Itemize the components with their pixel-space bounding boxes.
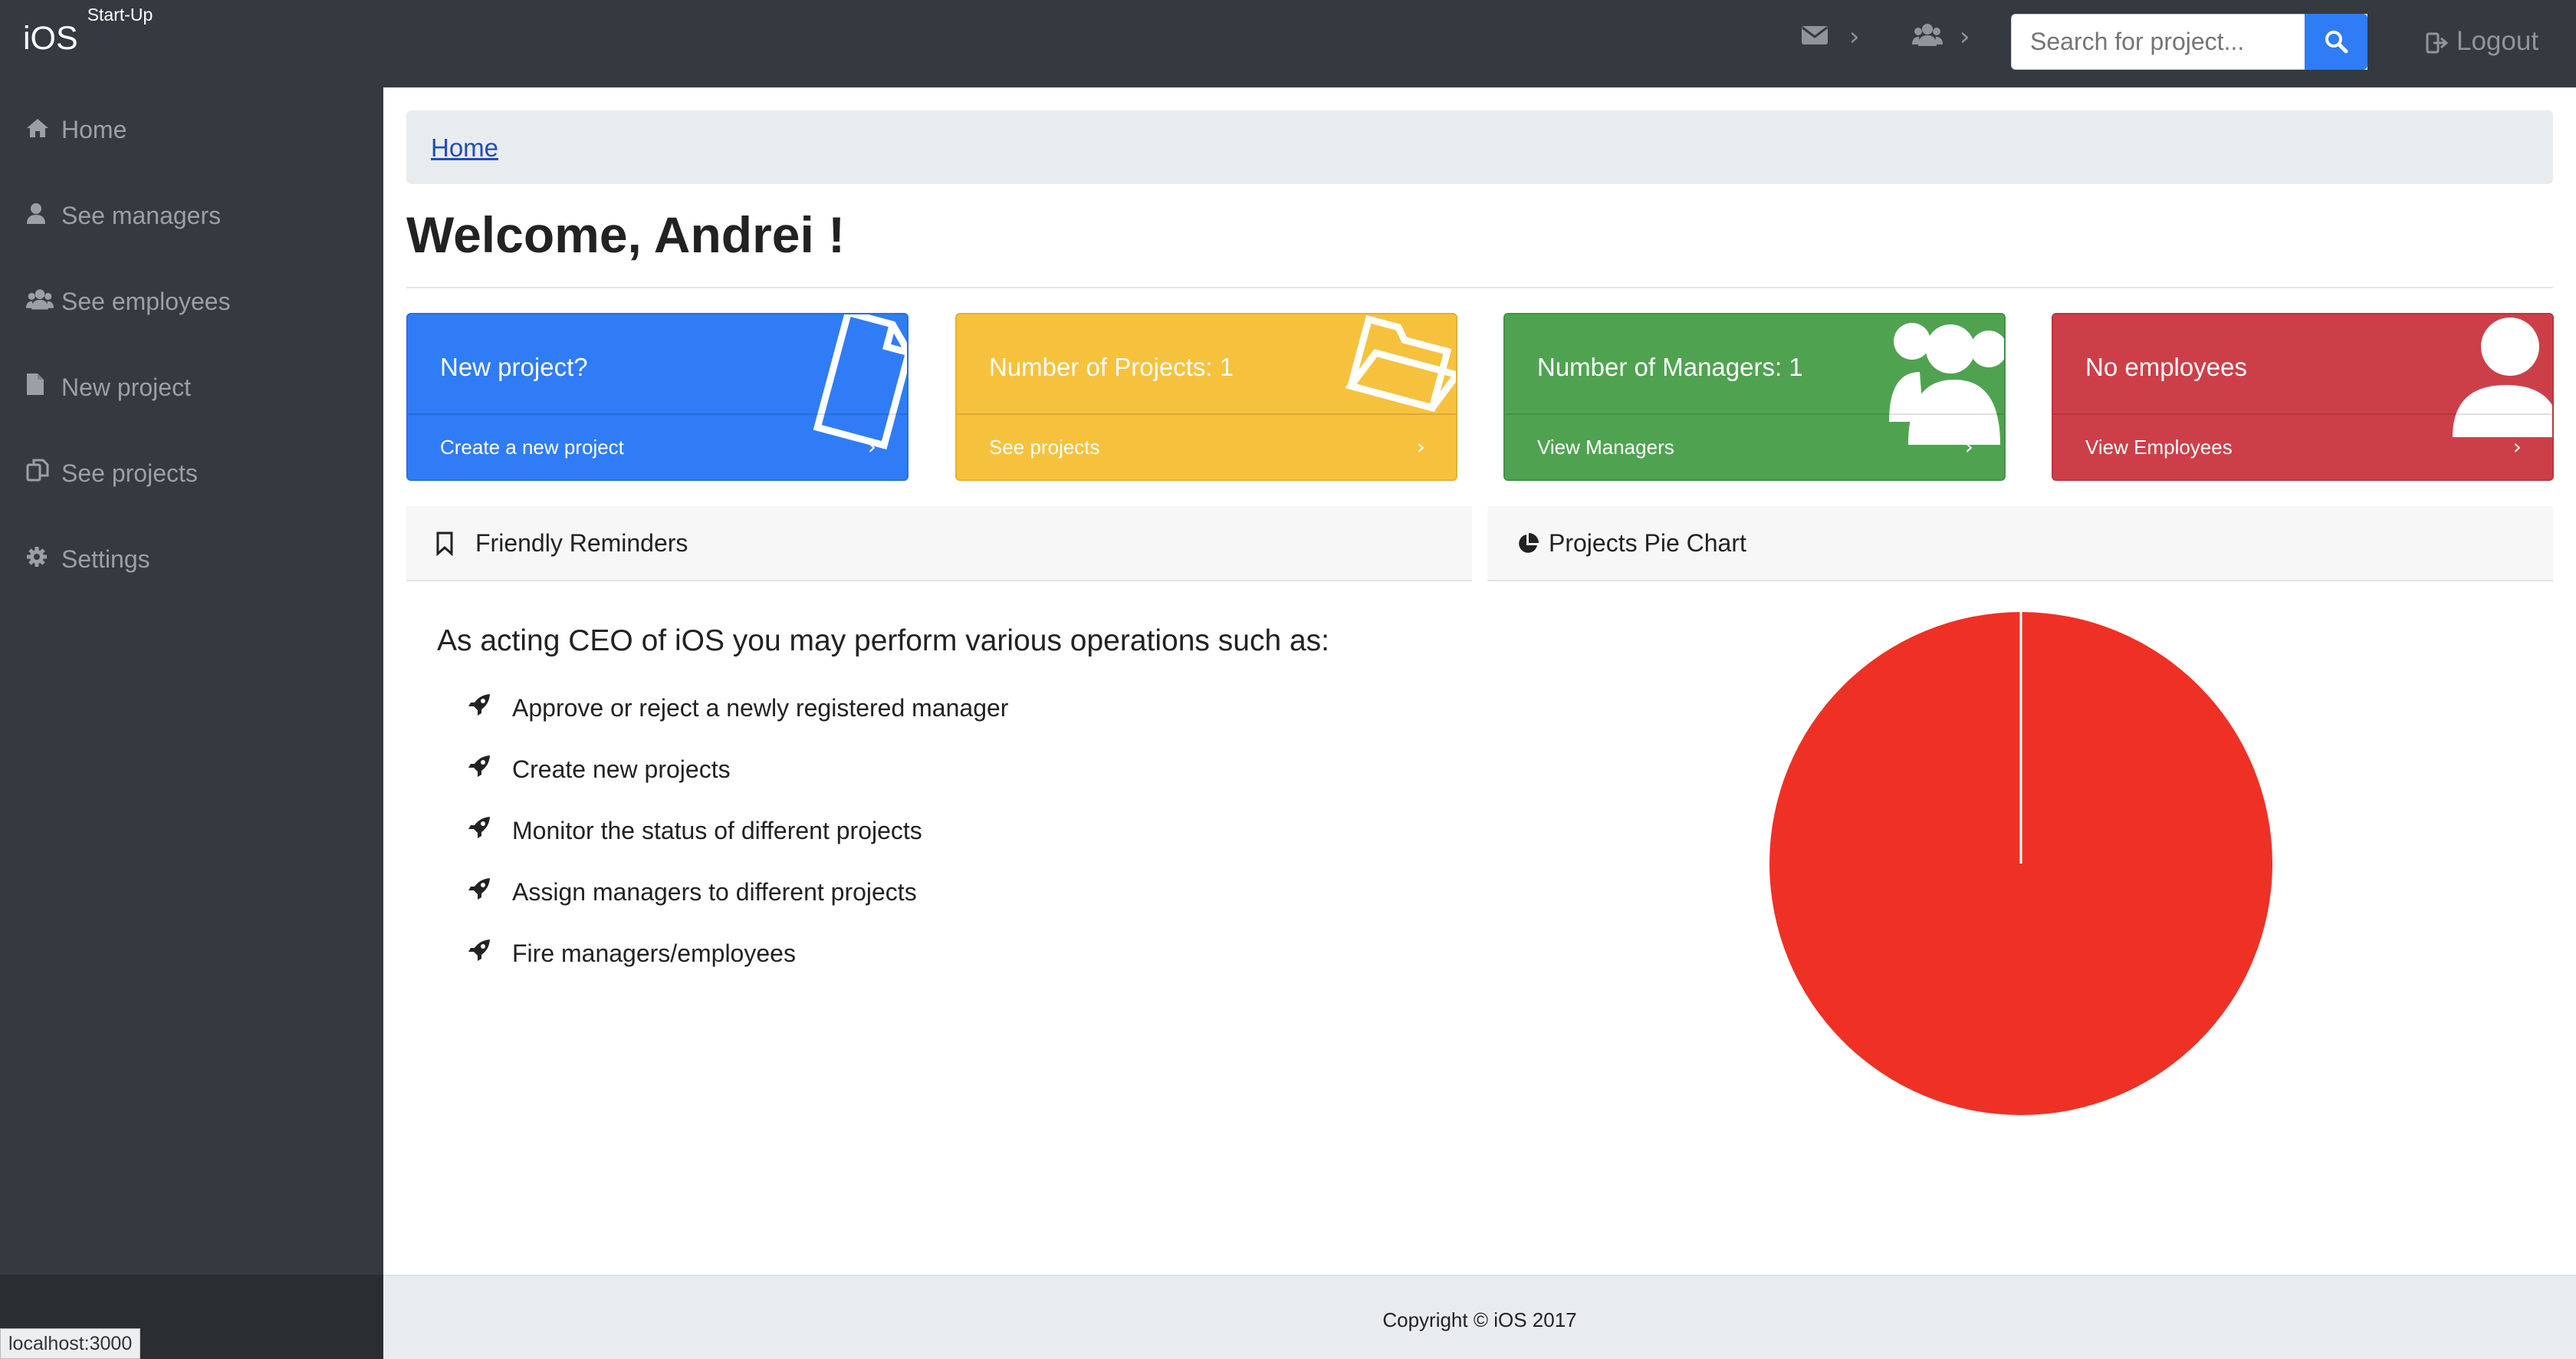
- reminders-lead: As acting CEO of iOS you may perform var…: [437, 624, 1330, 657]
- sidebar-item-label: See projects: [61, 459, 198, 487]
- list-item: Monitor the status of different projects: [468, 816, 922, 845]
- chevron-right-icon: ›: [2512, 434, 2522, 459]
- logout-link[interactable]: Logout: [2426, 26, 2538, 57]
- pie-panel-header: Projects Pie Chart: [1487, 506, 2553, 581]
- chevron-right-icon: ›: [1964, 434, 1973, 459]
- folder-open-icon: [1345, 314, 1456, 413]
- card-divider: [957, 413, 1456, 415]
- file-icon: [26, 368, 61, 406]
- projects-pie-chart: [1769, 612, 2272, 1115]
- breadcrumb-home-link[interactable]: Home: [431, 133, 498, 163]
- list-item-text: Approve or reject a newly registered man…: [512, 694, 1009, 722]
- sidebar-item-label: New project: [61, 373, 191, 401]
- search-icon: [2325, 31, 2348, 54]
- rocket-icon: [468, 755, 512, 784]
- sign-out-icon: [2426, 32, 2449, 54]
- users-icon: [26, 282, 61, 321]
- list-item: Create new projects: [468, 755, 731, 784]
- copy-icon: [26, 454, 61, 492]
- chevron-right-icon: ›: [867, 434, 876, 459]
- home-icon: [26, 110, 61, 149]
- envelope-icon: [1802, 23, 1828, 53]
- list-item: Assign managers to different projects: [468, 877, 917, 907]
- gear-icon: [26, 540, 61, 578]
- pie-chart-icon: [1519, 533, 1539, 553]
- users-icon: [1912, 23, 1943, 53]
- brand-name: iOS: [23, 20, 78, 57]
- list-item: Approve or reject a newly registered man…: [468, 693, 1008, 722]
- card-link[interactable]: See projects: [989, 436, 1100, 459]
- sidebar-item-label: See employees: [61, 288, 231, 315]
- brand-logo[interactable]: iOS Start-Up: [23, 5, 153, 58]
- rocket-icon: [468, 693, 512, 722]
- search-button[interactable]: [2305, 14, 2367, 70]
- card-new-project[interactable]: New project? Create a new project ›: [406, 313, 909, 481]
- sidebar: Home See managers See employees New proj…: [0, 87, 383, 1359]
- list-item-text: Create new projects: [512, 755, 731, 783]
- page-footer: Copyright © iOS 2017: [383, 1275, 2576, 1359]
- user-icon: [2453, 318, 2552, 437]
- copyright-text: Copyright © iOS 2017: [1382, 1308, 1577, 1331]
- sidebar-item-employees[interactable]: See employees: [26, 282, 231, 321]
- sidebar-item-new-project[interactable]: New project: [26, 368, 191, 406]
- rocket-icon: [468, 816, 512, 845]
- sidebar-item-projects[interactable]: See projects: [26, 454, 198, 492]
- card-divider: [1505, 413, 2004, 415]
- panel-title: Friendly Reminders: [475, 529, 688, 557]
- card-employees[interactable]: No employees View Employees ›: [2052, 313, 2554, 481]
- sidebar-item-managers[interactable]: See managers: [26, 196, 221, 235]
- list-item: Fire managers/employees: [468, 939, 796, 968]
- card-title: Number of Managers: 1: [1537, 353, 1803, 381]
- list-item-text: Fire managers/employees: [512, 939, 796, 967]
- page-title: Welcome, Andrei !: [406, 206, 846, 263]
- sidebar-item-settings[interactable]: Settings: [26, 540, 150, 578]
- card-title: No employees: [2085, 353, 2247, 381]
- reminders-panel-header: Friendly Reminders: [406, 506, 1472, 581]
- card-link[interactable]: Create a new project: [440, 436, 624, 459]
- card-divider: [2053, 413, 2552, 415]
- card-projects[interactable]: Number of Projects: 1 See projects ›: [955, 313, 1457, 481]
- card-link[interactable]: View Managers: [1537, 436, 1674, 459]
- top-navbar: iOS Start-Up › › Logout: [0, 0, 2576, 87]
- card-divider: [408, 413, 907, 415]
- chevron-right-icon: ›: [1960, 21, 1970, 52]
- chevron-right-icon: ›: [1416, 434, 1425, 459]
- users-icon: [1889, 323, 2004, 445]
- card-title: Number of Projects: 1: [989, 353, 1234, 381]
- rocket-icon: [468, 939, 512, 968]
- chevron-right-icon: ›: [1849, 21, 1860, 52]
- breadcrumb: Home: [406, 110, 2553, 184]
- sidebar-item-home[interactable]: Home: [26, 110, 127, 149]
- list-item-text: Monitor the status of different projects: [512, 817, 922, 844]
- card-title: New project?: [440, 353, 588, 381]
- bookmark-icon: [436, 531, 453, 556]
- user-icon: [26, 196, 61, 235]
- sidebar-item-label: Settings: [61, 545, 150, 573]
- divider: [406, 287, 2553, 288]
- panel-title: Projects Pie Chart: [1549, 529, 1746, 557]
- status-url-tooltip: localhost:3000: [0, 1328, 141, 1359]
- card-managers[interactable]: Number of Managers: 1 View Managers ›: [1503, 313, 2006, 481]
- sidebar-item-label: Home: [61, 116, 127, 143]
- brand-tagline: Start-Up: [87, 4, 153, 25]
- sidebar-item-label: See managers: [61, 202, 222, 229]
- logout-label: Logout: [2456, 26, 2539, 56]
- rocket-icon: [468, 877, 512, 907]
- list-item-text: Assign managers to different projects: [512, 878, 917, 906]
- file-icon: [813, 314, 907, 450]
- card-link[interactable]: View Employees: [2085, 436, 2233, 459]
